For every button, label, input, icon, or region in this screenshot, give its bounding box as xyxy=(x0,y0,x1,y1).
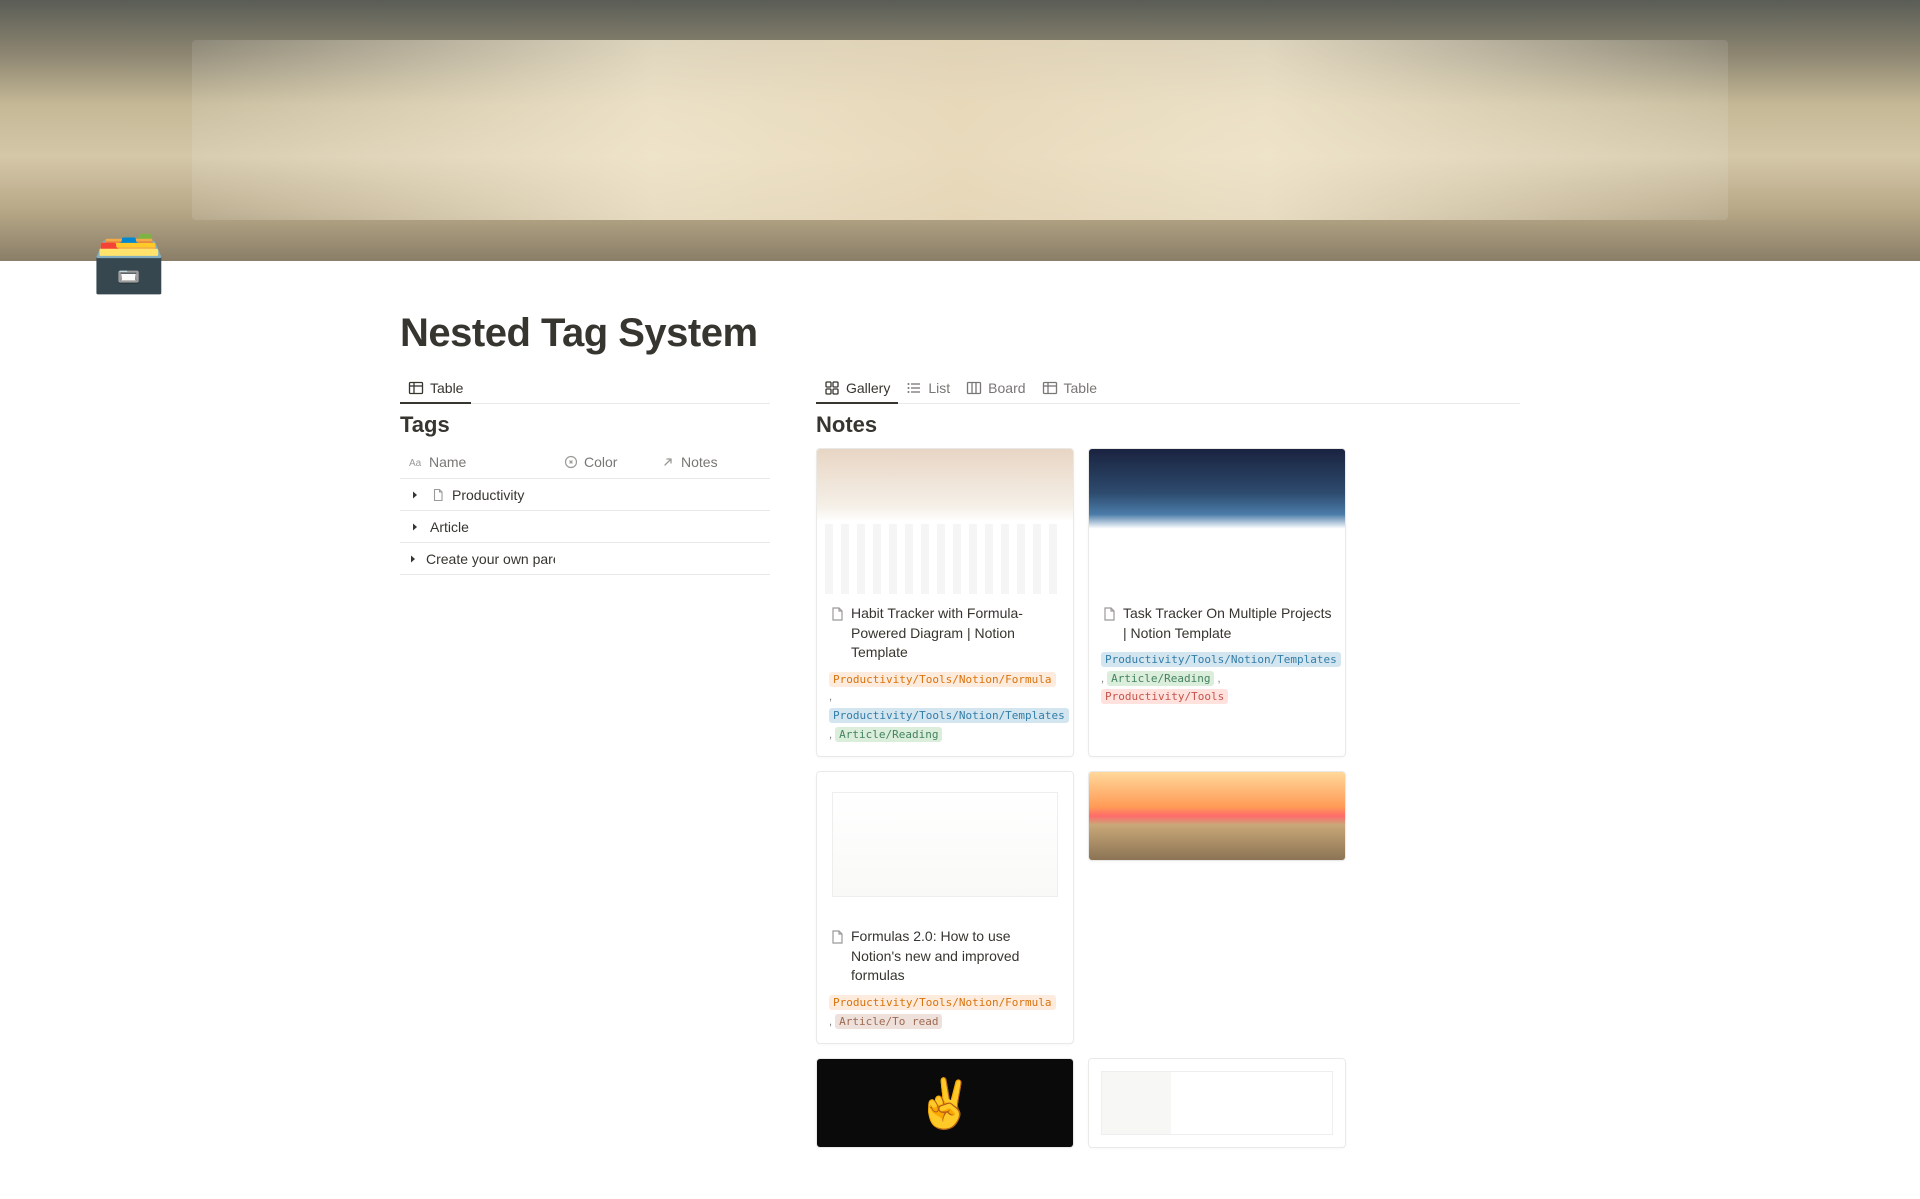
table-row[interactable]: Create your own parent tag xyxy=(400,543,770,575)
tag-chip: Productivity/Tools/Notion/Formula xyxy=(829,995,1056,1010)
cell-notes[interactable] xyxy=(652,521,770,533)
row-name: Productivity xyxy=(452,487,524,503)
gallery-card[interactable] xyxy=(1088,1058,1346,1148)
tag-chip: Productivity/Tools xyxy=(1101,689,1228,704)
gallery-card[interactable]: Formulas 2.0: How to use Notion's new an… xyxy=(816,771,1074,1044)
page-icon xyxy=(829,606,845,622)
tab-gallery[interactable]: Gallery xyxy=(816,374,898,404)
card-cover xyxy=(817,1059,1073,1147)
cover-image xyxy=(0,0,1920,261)
card-body: Habit Tracker with Formula-Powered Diagr… xyxy=(817,594,1073,756)
card-tags: Productivity/Tools/Notion/Formula , Prod… xyxy=(829,671,1061,744)
text-property-icon: Aa xyxy=(408,455,423,470)
board-icon xyxy=(966,380,982,396)
cell-notes[interactable] xyxy=(652,553,770,565)
tags-block: Table Tags Aa Name Col xyxy=(400,374,770,575)
card-cover xyxy=(817,772,1073,917)
cell-color[interactable] xyxy=(555,553,652,565)
toggle-triangle-icon[interactable] xyxy=(408,488,422,502)
notes-heading[interactable]: Notes xyxy=(816,412,1520,438)
tab-label: Board xyxy=(988,380,1025,396)
table-header-row: Aa Name Color Notes xyxy=(400,446,770,479)
card-cover xyxy=(1089,449,1345,594)
page-icon xyxy=(1101,606,1117,622)
select-property-icon xyxy=(563,455,578,470)
row-name: Create your own parent tag xyxy=(426,551,555,567)
card-cover xyxy=(1089,772,1345,860)
column-name[interactable]: Aa Name xyxy=(400,446,555,478)
gallery-card[interactable] xyxy=(816,1058,1074,1148)
tab-list[interactable]: List xyxy=(898,374,958,404)
row-name: Article xyxy=(430,519,469,535)
tab-table[interactable]: Table xyxy=(400,374,471,404)
toggle-triangle-icon[interactable] xyxy=(408,520,422,534)
column-color[interactable]: Color xyxy=(555,446,652,478)
table-row[interactable]: Productivity xyxy=(400,479,770,511)
tab-label: Table xyxy=(1064,380,1097,396)
tab-table[interactable]: Table xyxy=(1034,374,1105,404)
notes-view-tabs: Gallery List Board Table xyxy=(816,374,1520,404)
cell-name[interactable]: Article xyxy=(400,513,555,541)
notes-block: Gallery List Board Table Notes Habit Tracke… xyxy=(816,374,1520,1148)
svg-text:Aa: Aa xyxy=(409,458,422,469)
gallery-card[interactable]: Habit Tracker with Formula-Powered Diagr… xyxy=(816,448,1074,757)
gallery-icon xyxy=(824,380,840,396)
page-icon xyxy=(829,929,845,945)
column-label: Name xyxy=(429,454,466,470)
gallery-card[interactable]: Task Tracker On Multiple Projects | Noti… xyxy=(1088,448,1346,757)
tags-view-tabs: Table xyxy=(400,374,770,404)
card-cover xyxy=(817,449,1073,594)
notes-gallery: Habit Tracker with Formula-Powered Diagr… xyxy=(816,448,1520,1148)
page-icon[interactable]: 🗃️ xyxy=(90,222,168,300)
cell-name[interactable]: Create your own parent tag xyxy=(400,545,555,573)
tab-board[interactable]: Board xyxy=(958,374,1033,404)
tab-label: Table xyxy=(430,380,463,396)
tag-separator: , xyxy=(1214,673,1220,685)
cell-notes[interactable] xyxy=(652,489,770,501)
cell-color[interactable] xyxy=(555,521,652,533)
tag-chip: Article/Reading xyxy=(835,727,942,742)
toggle-triangle-icon[interactable] xyxy=(408,552,418,566)
card-body: Task Tracker On Multiple Projects | Noti… xyxy=(1089,594,1345,719)
page-icon xyxy=(430,487,446,503)
tags-table: Aa Name Color Notes xyxy=(400,446,770,575)
column-label: Notes xyxy=(681,454,718,470)
relation-property-icon xyxy=(660,455,675,470)
page-title[interactable]: Nested Tag System xyxy=(400,311,1520,356)
tag-separator: , xyxy=(829,691,832,703)
card-title: Habit Tracker with Formula-Powered Diagr… xyxy=(851,604,1061,663)
tab-label: Gallery xyxy=(846,380,890,396)
table-icon xyxy=(408,380,424,396)
tag-chip: Article/Reading xyxy=(1107,671,1214,686)
tab-label: List xyxy=(928,380,950,396)
tag-chip: Productivity/Tools/Notion/Formula xyxy=(829,672,1056,687)
card-cover xyxy=(1089,1059,1345,1147)
gallery-card[interactable] xyxy=(1088,771,1346,861)
table-icon xyxy=(1042,380,1058,396)
tag-chip: Productivity/Tools/Notion/Templates xyxy=(829,708,1069,723)
tag-chip: Article/To read xyxy=(835,1014,942,1029)
table-row[interactable]: Article xyxy=(400,511,770,543)
column-label: Color xyxy=(584,454,617,470)
card-tags: Productivity/Tools/Notion/Templates , Ar… xyxy=(1101,651,1333,707)
cell-color[interactable] xyxy=(555,489,652,501)
tags-heading[interactable]: Tags xyxy=(400,412,770,438)
tag-chip: Productivity/Tools/Notion/Templates xyxy=(1101,652,1341,667)
card-title: Task Tracker On Multiple Projects | Noti… xyxy=(1123,604,1333,643)
cell-name[interactable]: Productivity xyxy=(400,481,555,509)
column-notes[interactable]: Notes xyxy=(652,446,770,478)
card-tags: Productivity/Tools/Notion/Formula , Arti… xyxy=(829,994,1061,1031)
card-body: Formulas 2.0: How to use Notion's new an… xyxy=(817,917,1073,1043)
list-icon xyxy=(906,380,922,396)
card-title: Formulas 2.0: How to use Notion's new an… xyxy=(851,927,1061,986)
